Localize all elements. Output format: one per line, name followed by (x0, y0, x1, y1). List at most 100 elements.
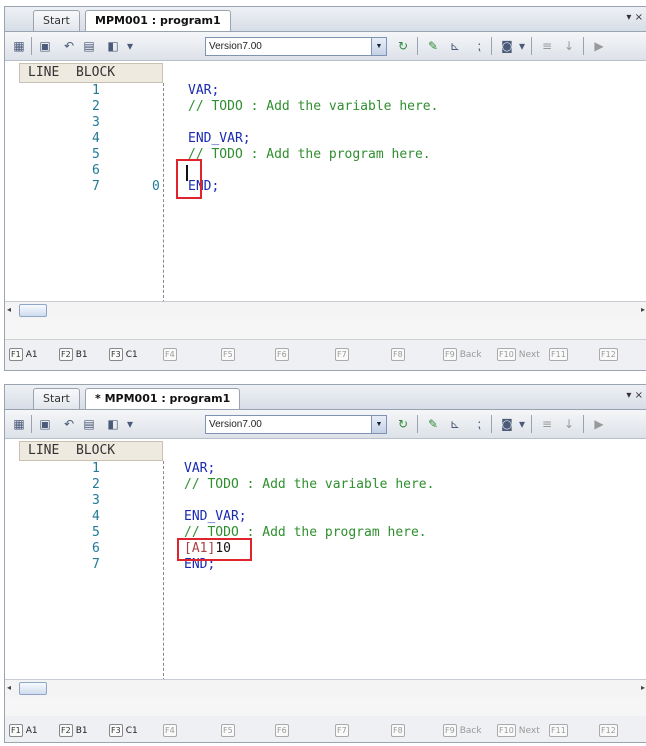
fkey-f3[interactable]: F3 C1 (109, 348, 138, 362)
align-icon[interactable]: ≡ (539, 38, 555, 54)
dropdown-icon[interactable]: ▾ (517, 38, 527, 54)
refresh-icon[interactable]: ↻ (395, 38, 411, 54)
text-cursor (186, 165, 188, 181)
horizontal-scrollbar[interactable]: ◂ ▸ (5, 679, 646, 698)
scroll-thumb[interactable] (19, 304, 47, 317)
fkey-badge: F3 (109, 724, 123, 737)
fkey-badge: F11 (549, 348, 568, 361)
grid-icon[interactable]: ▦ (11, 38, 27, 54)
compile-icon[interactable]: ◙ (499, 38, 515, 54)
header-block: BLOCK (76, 443, 116, 458)
version-select[interactable]: Version7.00 ▼ (205, 415, 387, 434)
fkey-badge: F10 (497, 724, 516, 737)
status-area (5, 319, 646, 340)
horizontal-scrollbar[interactable]: ◂ ▸ (5, 301, 646, 320)
scroll-thumb[interactable] (19, 682, 47, 695)
fkey-badge: F2 (59, 724, 73, 737)
arrow-down-icon[interactable]: ↓ (561, 416, 577, 432)
step-icon[interactable]: ⁏ (471, 38, 487, 54)
chevron-down-icon[interactable]: ▼ (371, 38, 386, 55)
line-number: 2 (92, 99, 100, 114)
fkey-label: A1 (25, 350, 38, 360)
fkey-label: Next (518, 726, 540, 736)
column-header: LINE BLOCK (19, 63, 163, 83)
run-icon[interactable]: ▶ (591, 416, 607, 432)
tab-program1[interactable]: MPM001 : program1 (85, 10, 231, 31)
tab-start[interactable]: Start (33, 388, 80, 409)
edit-icon[interactable]: ✎ (425, 416, 441, 432)
device-icon[interactable]: ▣ (37, 416, 53, 432)
column-header: LINE BLOCK (19, 441, 163, 461)
fkey-f2[interactable]: F2 B1 (59, 348, 88, 362)
toolbar-separator (31, 37, 32, 55)
line-number: 5 (92, 525, 100, 540)
fkey-f7[interactable]: F7 (335, 348, 352, 362)
fkey-f8[interactable]: F8 (391, 724, 408, 738)
fkey-f6[interactable]: F6 (275, 724, 292, 738)
chevron-down-icon[interactable]: ▼ (371, 416, 386, 433)
fkey-f4[interactable]: F4 (163, 724, 180, 738)
edit-icon[interactable]: ✎ (425, 38, 441, 54)
fkey-f9[interactable]: F9 Back (443, 348, 482, 362)
header-line: LINE (28, 65, 60, 80)
preview-icon[interactable]: ▤ (81, 416, 97, 432)
scroll-left-icon[interactable]: ◂ (7, 683, 11, 692)
toolbar-separator (491, 37, 492, 55)
header-block: BLOCK (76, 65, 116, 80)
fkey-f9[interactable]: F9 Back (443, 724, 482, 738)
monitor-icon[interactable]: ⊾ (447, 416, 463, 432)
undo-icon[interactable]: ↶ (61, 416, 77, 432)
monitor-icon[interactable]: ⊾ (447, 38, 463, 54)
code-editor[interactable]: LINE BLOCK 1 2 3 4 5 6 7 0 VAR; // TODO … (5, 61, 646, 303)
fkey-f6[interactable]: F6 (275, 348, 292, 362)
undo-icon[interactable]: ↶ (61, 38, 77, 54)
fkey-badge: F5 (221, 724, 235, 737)
compile-icon[interactable]: ◙ (499, 416, 515, 432)
code-line: // TODO : Add the program here. (188, 147, 431, 162)
fkey-f5[interactable]: F5 (221, 724, 238, 738)
run-icon[interactable]: ▶ (591, 38, 607, 54)
fkey-badge: F9 (443, 348, 457, 361)
tab-start[interactable]: Start (33, 10, 80, 31)
fkey-f10[interactable]: F10 Next (497, 348, 540, 362)
save-icon[interactable]: ◧ (105, 416, 121, 432)
device-icon[interactable]: ▣ (37, 38, 53, 54)
fkey-f1[interactable]: F1 A1 (9, 348, 38, 362)
step-icon[interactable]: ⁏ (471, 416, 487, 432)
fkey-f11[interactable]: F11 (549, 348, 571, 362)
dropdown-icon[interactable]: ▾ (517, 416, 527, 432)
code-editor[interactable]: LINE BLOCK 1 2 3 4 5 6 7 VAR; // TODO : … (5, 439, 646, 681)
tab-close-controls[interactable]: ▾ × (626, 390, 643, 401)
cursor-highlight-box (176, 159, 202, 199)
scroll-right-icon[interactable]: ▸ (641, 305, 645, 314)
dropdown-icon[interactable]: ▾ (125, 416, 135, 432)
version-select[interactable]: Version7.00 ▼ (205, 37, 387, 56)
fkey-f7[interactable]: F7 (335, 724, 352, 738)
toolbar-separator (417, 37, 418, 55)
fkey-f1[interactable]: F1 A1 (9, 724, 38, 738)
save-icon[interactable]: ◧ (105, 38, 121, 54)
scroll-left-icon[interactable]: ◂ (7, 305, 11, 314)
scroll-right-icon[interactable]: ▸ (641, 683, 645, 692)
version-value: Version7.00 (209, 419, 262, 430)
fkey-f11[interactable]: F11 (549, 724, 571, 738)
refresh-icon[interactable]: ↻ (395, 416, 411, 432)
fkey-f12[interactable]: F12 (599, 724, 621, 738)
fkey-f3[interactable]: F3 C1 (109, 724, 138, 738)
tab-close-controls[interactable]: ▾ × (626, 12, 643, 23)
gutter-divider (163, 83, 164, 303)
fkey-f10[interactable]: F10 Next (497, 724, 540, 738)
tab-program1-modified[interactable]: * MPM001 : program1 (85, 388, 241, 409)
fkey-label: B1 (75, 350, 88, 360)
dropdown-icon[interactable]: ▾ (125, 38, 135, 54)
fkey-f12[interactable]: F12 (599, 348, 621, 362)
fkey-f5[interactable]: F5 (221, 348, 238, 362)
grid-icon[interactable]: ▦ (11, 416, 27, 432)
fkey-f4[interactable]: F4 (163, 348, 180, 362)
align-icon[interactable]: ≡ (539, 416, 555, 432)
fkey-f8[interactable]: F8 (391, 348, 408, 362)
preview-icon[interactable]: ▤ (81, 38, 97, 54)
code-line: VAR; (188, 83, 220, 98)
arrow-down-icon[interactable]: ↓ (561, 38, 577, 54)
fkey-f2[interactable]: F2 B1 (59, 724, 88, 738)
